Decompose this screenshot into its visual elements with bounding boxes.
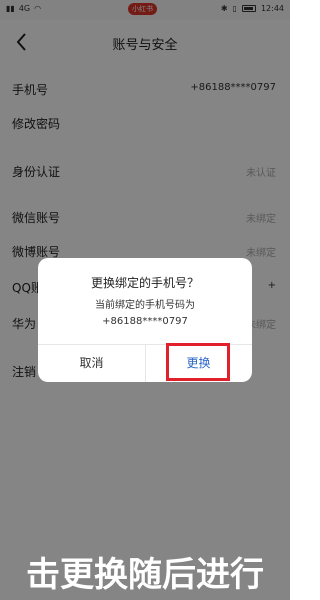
video-caption: 击更换随后进行 xyxy=(26,555,264,595)
change-phone-dialog: 更换绑定的手机号？ 当前绑定的手机号码为 +86188****0797 取消 更… xyxy=(38,258,252,382)
highlight-box xyxy=(166,343,230,381)
dialog-message-line: 当前绑定的手机号码为 xyxy=(95,300,195,311)
dialog-title: 更换绑定的手机号？ xyxy=(90,276,199,290)
cancel-button[interactable]: 取消 xyxy=(38,345,145,382)
dialog-message: 当前绑定的手机号码为 +86188****0797 xyxy=(38,298,252,330)
dialog-phone-number: +86188****0797 xyxy=(102,316,188,327)
